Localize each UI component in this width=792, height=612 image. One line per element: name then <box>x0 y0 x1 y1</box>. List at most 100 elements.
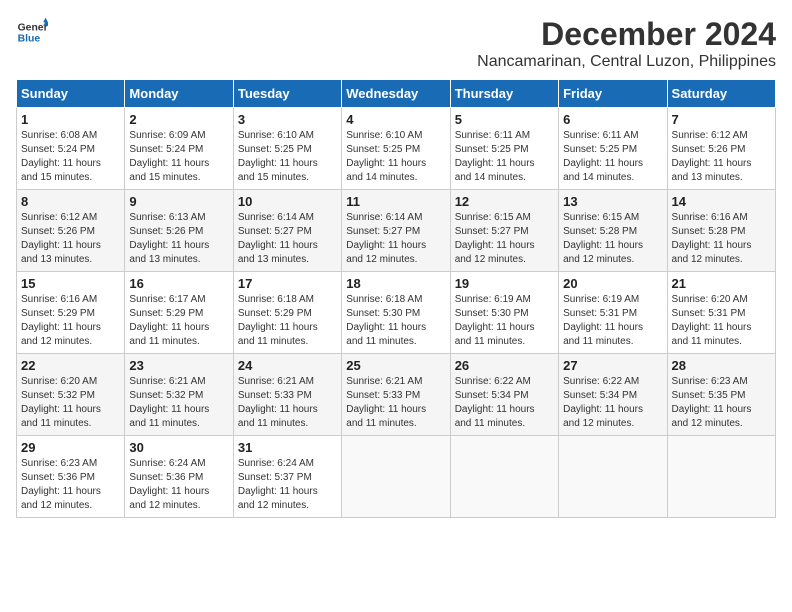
column-header-sunday: Sunday <box>17 80 125 108</box>
day-number: 26 <box>455 358 554 373</box>
calendar-cell: 18 Sunrise: 6:18 AM Sunset: 5:30 PM Dayli… <box>342 272 450 354</box>
day-number: 27 <box>563 358 662 373</box>
calendar-cell: 1Sunrise: 6:08 AM Sunset: 5:24 PM Daylig… <box>17 108 125 190</box>
day-detail: Sunrise: 6:11 AM Sunset: 5:25 PM Dayligh… <box>563 129 662 185</box>
day-detail: Sunrise: 6:13 AM Sunset: 5:26 PM Dayligh… <box>129 211 228 267</box>
day-detail: Sunrise: 6:14 AM Sunset: 5:27 PM Dayligh… <box>346 211 445 267</box>
calendar-cell: 12 Sunrise: 6:15 AM Sunset: 5:27 PM Dayli… <box>450 190 558 272</box>
calendar-cell: 28 Sunrise: 6:23 AM Sunset: 5:35 PM Dayli… <box>667 354 775 436</box>
logo: General Blue <box>16 16 48 48</box>
day-detail: Sunrise: 6:18 AM Sunset: 5:30 PM Dayligh… <box>346 293 445 349</box>
title-section: December 2024 Nancamarinan, Central Luzo… <box>477 16 776 71</box>
day-detail: Sunrise: 6:12 AM Sunset: 5:26 PM Dayligh… <box>672 129 771 185</box>
page-header: General Blue December 2024 Nancamarinan,… <box>16 16 776 71</box>
logo-icon: General Blue <box>16 16 48 48</box>
calendar-cell: 19 Sunrise: 6:19 AM Sunset: 5:30 PM Dayli… <box>450 272 558 354</box>
day-number: 31 <box>238 440 337 455</box>
calendar-cell: 2 Sunrise: 6:09 AM Sunset: 5:24 PM Daylig… <box>125 108 233 190</box>
day-number: 13 <box>563 194 662 209</box>
day-number: 6 <box>563 112 662 127</box>
calendar-cell: 21 Sunrise: 6:20 AM Sunset: 5:31 PM Dayli… <box>667 272 775 354</box>
day-number: 1 <box>21 112 120 127</box>
day-number: 20 <box>563 276 662 291</box>
day-detail: Sunrise: 6:11 AM Sunset: 5:25 PM Dayligh… <box>455 129 554 185</box>
calendar-cell: 7Sunrise: 6:12 AM Sunset: 5:26 PM Daylig… <box>667 108 775 190</box>
day-detail: Sunrise: 6:23 AM Sunset: 5:35 PM Dayligh… <box>672 375 771 431</box>
day-number: 22 <box>21 358 120 373</box>
day-number: 21 <box>672 276 771 291</box>
day-detail: Sunrise: 6:22 AM Sunset: 5:34 PM Dayligh… <box>455 375 554 431</box>
calendar-cell <box>342 436 450 518</box>
calendar-header-row: SundayMondayTuesdayWednesdayThursdayFrid… <box>17 80 776 108</box>
day-detail: Sunrise: 6:19 AM Sunset: 5:30 PM Dayligh… <box>455 293 554 349</box>
day-number: 25 <box>346 358 445 373</box>
calendar-cell: 17Sunrise: 6:18 AM Sunset: 5:29 PM Dayli… <box>233 272 341 354</box>
calendar-cell <box>559 436 667 518</box>
calendar-week-row: 22 Sunrise: 6:20 AM Sunset: 5:32 PM Dayli… <box>17 354 776 436</box>
day-detail: Sunrise: 6:12 AM Sunset: 5:26 PM Dayligh… <box>21 211 120 267</box>
day-number: 11 <box>346 194 445 209</box>
calendar-cell: 29Sunrise: 6:23 AM Sunset: 5:36 PM Dayli… <box>17 436 125 518</box>
calendar-cell: 10Sunrise: 6:14 AM Sunset: 5:27 PM Dayli… <box>233 190 341 272</box>
column-header-saturday: Saturday <box>667 80 775 108</box>
day-detail: Sunrise: 6:10 AM Sunset: 5:25 PM Dayligh… <box>346 129 445 185</box>
day-detail: Sunrise: 6:16 AM Sunset: 5:28 PM Dayligh… <box>672 211 771 267</box>
svg-text:General: General <box>18 22 48 33</box>
day-number: 8 <box>21 194 120 209</box>
day-number: 30 <box>129 440 228 455</box>
day-detail: Sunrise: 6:24 AM Sunset: 5:37 PM Dayligh… <box>238 457 337 513</box>
day-detail: Sunrise: 6:10 AM Sunset: 5:25 PM Dayligh… <box>238 129 337 185</box>
page-subtitle: Nancamarinan, Central Luzon, Philippines <box>477 53 776 71</box>
page-title: December 2024 <box>477 16 776 53</box>
day-number: 18 <box>346 276 445 291</box>
day-detail: Sunrise: 6:20 AM Sunset: 5:31 PM Dayligh… <box>672 293 771 349</box>
calendar-cell: 22 Sunrise: 6:20 AM Sunset: 5:32 PM Dayli… <box>17 354 125 436</box>
calendar-cell: 15 Sunrise: 6:16 AM Sunset: 5:29 PM Dayli… <box>17 272 125 354</box>
calendar-week-row: 8 Sunrise: 6:12 AM Sunset: 5:26 PM Daylig… <box>17 190 776 272</box>
calendar-cell: 23 Sunrise: 6:21 AM Sunset: 5:32 PM Dayli… <box>125 354 233 436</box>
day-detail: Sunrise: 6:19 AM Sunset: 5:31 PM Dayligh… <box>563 293 662 349</box>
day-detail: Sunrise: 6:24 AM Sunset: 5:36 PM Dayligh… <box>129 457 228 513</box>
column-header-tuesday: Tuesday <box>233 80 341 108</box>
calendar-cell: 20 Sunrise: 6:19 AM Sunset: 5:31 PM Dayli… <box>559 272 667 354</box>
calendar-cell <box>667 436 775 518</box>
calendar-cell: 3 Sunrise: 6:10 AM Sunset: 5:25 PM Daylig… <box>233 108 341 190</box>
day-number: 28 <box>672 358 771 373</box>
day-detail: Sunrise: 6:09 AM Sunset: 5:24 PM Dayligh… <box>129 129 228 185</box>
calendar-cell: 31 Sunrise: 6:24 AM Sunset: 5:37 PM Dayli… <box>233 436 341 518</box>
day-number: 19 <box>455 276 554 291</box>
calendar-cell: 6 Sunrise: 6:11 AM Sunset: 5:25 PM Daylig… <box>559 108 667 190</box>
day-number: 29 <box>21 440 120 455</box>
calendar-cell: 4 Sunrise: 6:10 AM Sunset: 5:25 PM Daylig… <box>342 108 450 190</box>
day-number: 23 <box>129 358 228 373</box>
day-number: 17 <box>238 276 337 291</box>
column-header-thursday: Thursday <box>450 80 558 108</box>
day-detail: Sunrise: 6:15 AM Sunset: 5:28 PM Dayligh… <box>563 211 662 267</box>
calendar-cell: 27Sunrise: 6:22 AM Sunset: 5:34 PM Dayli… <box>559 354 667 436</box>
day-number: 3 <box>238 112 337 127</box>
calendar-cell: 24 Sunrise: 6:21 AM Sunset: 5:33 PM Dayli… <box>233 354 341 436</box>
calendar-cell: 16Sunrise: 6:17 AM Sunset: 5:29 PM Dayli… <box>125 272 233 354</box>
calendar-table: SundayMondayTuesdayWednesdayThursdayFrid… <box>16 79 776 518</box>
day-number: 12 <box>455 194 554 209</box>
svg-text:Blue: Blue <box>18 34 41 45</box>
day-number: 24 <box>238 358 337 373</box>
day-number: 14 <box>672 194 771 209</box>
day-detail: Sunrise: 6:20 AM Sunset: 5:32 PM Dayligh… <box>21 375 120 431</box>
column-header-friday: Friday <box>559 80 667 108</box>
day-detail: Sunrise: 6:15 AM Sunset: 5:27 PM Dayligh… <box>455 211 554 267</box>
column-header-wednesday: Wednesday <box>342 80 450 108</box>
day-number: 15 <box>21 276 120 291</box>
day-number: 10 <box>238 194 337 209</box>
calendar-cell: 14 Sunrise: 6:16 AM Sunset: 5:28 PM Dayli… <box>667 190 775 272</box>
day-detail: Sunrise: 6:21 AM Sunset: 5:32 PM Dayligh… <box>129 375 228 431</box>
calendar-cell: 9Sunrise: 6:13 AM Sunset: 5:26 PM Daylig… <box>125 190 233 272</box>
day-detail: Sunrise: 6:21 AM Sunset: 5:33 PM Dayligh… <box>238 375 337 431</box>
calendar-cell: 13 Sunrise: 6:15 AM Sunset: 5:28 PM Dayli… <box>559 190 667 272</box>
column-header-monday: Monday <box>125 80 233 108</box>
calendar-week-row: 15 Sunrise: 6:16 AM Sunset: 5:29 PM Dayli… <box>17 272 776 354</box>
day-number: 4 <box>346 112 445 127</box>
day-number: 2 <box>129 112 228 127</box>
day-detail: Sunrise: 6:16 AM Sunset: 5:29 PM Dayligh… <box>21 293 120 349</box>
calendar-cell: 11 Sunrise: 6:14 AM Sunset: 5:27 PM Dayli… <box>342 190 450 272</box>
